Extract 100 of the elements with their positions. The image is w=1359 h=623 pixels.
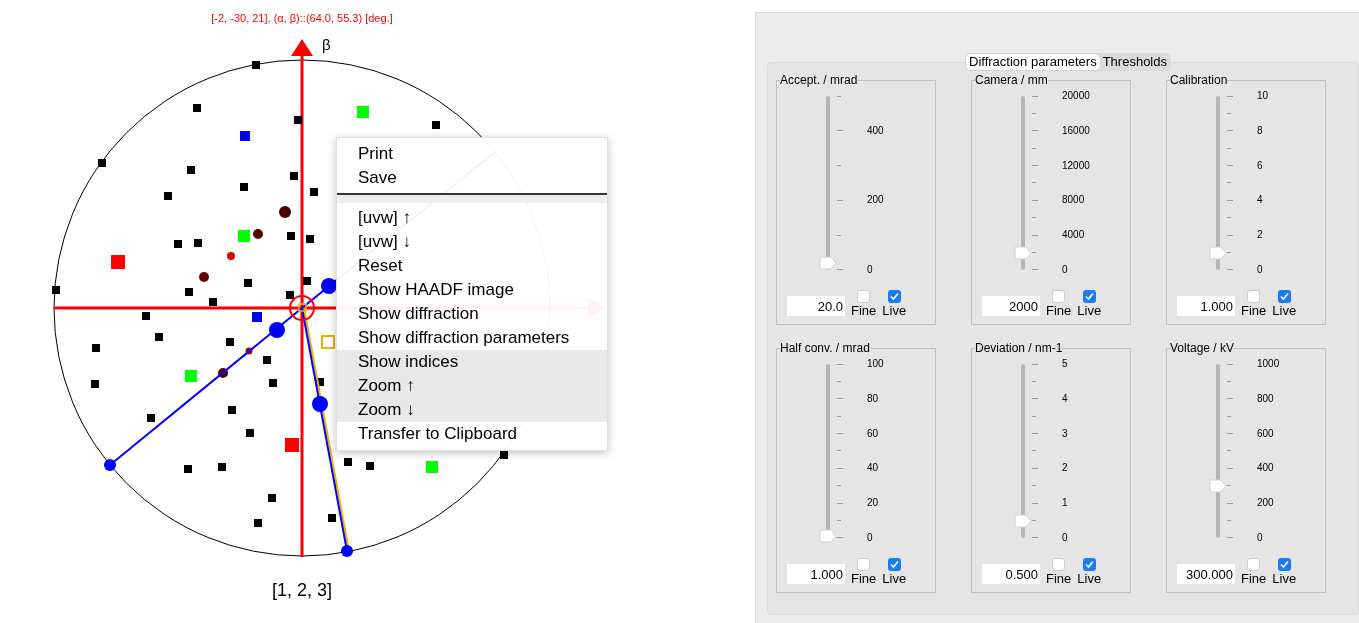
menu-item[interactable]: Show HAADF image	[337, 278, 607, 302]
tick-label: 0	[1062, 531, 1068, 544]
checkbox[interactable]	[1247, 558, 1261, 571]
check-icon	[1084, 560, 1094, 569]
menu-item[interactable]: Reset	[337, 254, 607, 278]
tick-mark	[1032, 112, 1036, 114]
checkbox[interactable]	[1052, 558, 1066, 571]
tick-mark	[1227, 467, 1233, 469]
tab[interactable]: Diffraction parameters	[966, 54, 1100, 70]
value-field[interactable]: 20.0	[787, 296, 845, 316]
tick-label: 2	[1257, 229, 1263, 242]
checkbox[interactable]	[857, 290, 871, 303]
tick-mark	[837, 537, 843, 539]
group-title: Accept. / mrad	[780, 73, 858, 87]
tick-mark	[837, 199, 843, 201]
value-field[interactable]: 1.000	[1177, 296, 1235, 316]
menu-item[interactable]: Print	[337, 142, 607, 166]
menu-item[interactable]: [uvw] ↓	[337, 230, 607, 254]
tick-mark	[1032, 363, 1038, 365]
axis-label: β	[322, 36, 331, 54]
tick-label: 600	[1257, 427, 1274, 440]
tick-label: 12000	[1062, 159, 1090, 172]
slider-thumb[interactable]	[1209, 245, 1227, 260]
group-title: Voltage / kV	[1170, 341, 1235, 355]
tick-label: 1000	[1257, 358, 1280, 370]
tick-label: 800	[1257, 392, 1274, 405]
tick-label: 8	[1257, 124, 1263, 137]
value-field[interactable]: 1.000	[787, 564, 845, 584]
check-icon	[889, 292, 899, 301]
group-title: Half conv. / mrad	[780, 341, 870, 355]
checkbox[interactable]	[1082, 558, 1096, 571]
slider-thumb[interactable]	[819, 256, 837, 271]
tick-label: 0	[1062, 263, 1068, 276]
menu-item[interactable]: Zoom ↓	[337, 398, 607, 422]
checkbox-label: Live	[1077, 303, 1102, 318]
slider-thumb[interactable]	[1014, 245, 1032, 260]
tick-mark	[1227, 520, 1231, 521]
tick-mark	[1227, 450, 1231, 452]
checkbox[interactable]	[1247, 290, 1261, 303]
menu-item[interactable]: Show diffraction	[337, 302, 607, 326]
tick-mark	[837, 165, 841, 167]
projection-title: [-2, -30, 21], (α, β)::(64.0, 55.3) [deg.]	[210, 11, 394, 25]
tick-label: 20	[867, 497, 879, 510]
menu-item[interactable]: Save	[337, 166, 607, 190]
checkbox-label: Fine	[1046, 571, 1072, 586]
value-field[interactable]: 0.500	[982, 564, 1040, 584]
menu-item[interactable]: Show diffraction parameters	[337, 326, 607, 350]
menu-item[interactable]: Show indices	[337, 350, 607, 374]
tick-mark	[837, 234, 841, 236]
tick-label: 3	[1062, 427, 1068, 440]
tick-label: 2	[1062, 462, 1068, 475]
tick-mark	[1227, 269, 1233, 271]
check-icon	[1279, 292, 1289, 301]
checkbox[interactable]	[1052, 290, 1066, 303]
tick-label: 16000	[1062, 124, 1090, 137]
tick-label: 100	[867, 358, 884, 370]
value-field[interactable]: 300.000	[1177, 564, 1235, 584]
tick-mark	[1032, 537, 1038, 539]
slider-thumb[interactable]	[1209, 478, 1227, 493]
tick-label: 200	[1257, 497, 1274, 510]
tick-mark	[1227, 199, 1233, 201]
tick-mark	[1227, 502, 1233, 504]
tick-label: 400	[867, 124, 884, 137]
tick-mark	[1032, 252, 1036, 253]
checkbox[interactable]	[1277, 558, 1291, 571]
tick-mark	[1227, 252, 1231, 253]
tick-label: 200	[867, 194, 884, 207]
checkbox[interactable]	[1082, 290, 1096, 303]
menu-item[interactable]: [uvw] ↑	[337, 206, 607, 230]
tick-label: 0	[1257, 263, 1263, 276]
tick-mark	[837, 450, 841, 452]
menu-item[interactable]: Transfer to Clipboard	[337, 422, 607, 446]
tick-mark	[837, 269, 843, 271]
checkbox[interactable]	[1277, 290, 1291, 303]
tick-mark	[837, 415, 841, 417]
tick-mark	[1227, 234, 1233, 236]
tick-mark	[1227, 147, 1231, 149]
tick-mark	[1227, 112, 1231, 114]
check-icon	[1084, 292, 1094, 301]
tick-mark	[1032, 450, 1036, 452]
checkbox-label: Live	[882, 571, 907, 586]
checkbox-label: Live	[1272, 303, 1297, 318]
slider-thumb[interactable]	[1014, 513, 1032, 528]
value-field[interactable]: 2000	[982, 296, 1040, 316]
tick-label: 0	[867, 264, 873, 276]
slider-thumb[interactable]	[819, 529, 837, 544]
tick-label: 4000	[1062, 229, 1085, 242]
tick-mark	[1227, 363, 1233, 365]
tick-label: 8000	[1062, 194, 1085, 207]
tick-mark	[1032, 380, 1036, 382]
tick-mark	[837, 130, 843, 132]
checkbox[interactable]	[887, 558, 901, 571]
tick-label: 60	[867, 427, 879, 440]
checkbox[interactable]	[857, 558, 871, 571]
menu-item[interactable]: Zoom ↑	[337, 374, 607, 398]
checkbox-label: Live	[1077, 571, 1102, 586]
tab[interactable]: Thresholds	[1099, 54, 1170, 70]
tick-mark	[1032, 467, 1038, 469]
tick-label: 0	[1257, 531, 1263, 544]
checkbox[interactable]	[887, 290, 901, 303]
